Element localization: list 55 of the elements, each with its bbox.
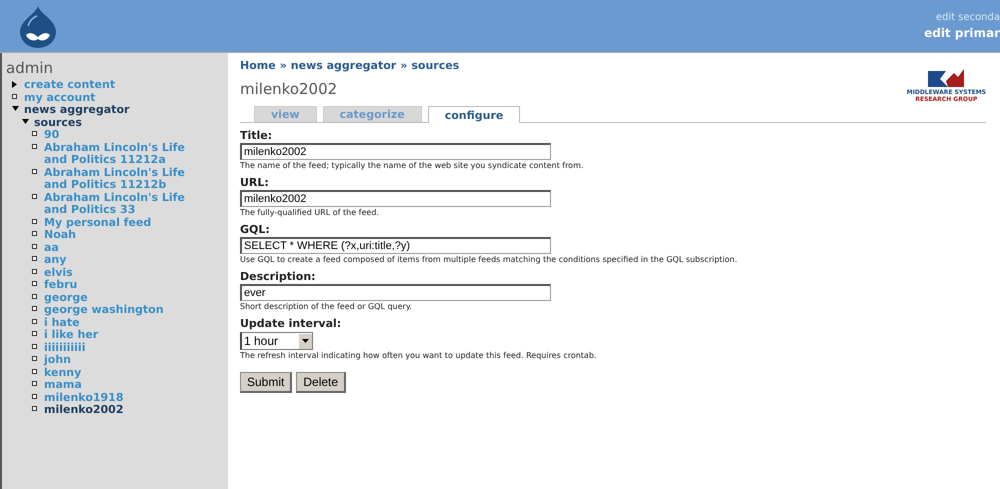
sidebar-link[interactable]: milenko1918: [44, 392, 124, 404]
input-field[interactable]: milenko2002: [240, 190, 551, 207]
field-label: Title:: [240, 129, 274, 142]
sidebar-link[interactable]: iiiiiiiiiii: [44, 342, 86, 354]
logo-icon: [926, 67, 966, 89]
tab[interactable]: configure: [428, 106, 520, 123]
form-button[interactable]: Delete: [296, 372, 346, 393]
sidebar-link[interactable]: my account: [24, 92, 96, 104]
breadcrumb-link[interactable]: sources: [411, 59, 460, 72]
tab[interactable]: view: [254, 106, 317, 122]
sidebar-link[interactable]: aa: [44, 242, 59, 254]
help-text: The name of the feed; typically the name of the web site you syndicate content from.: [240, 161, 584, 170]
field-label: Update interval:: [240, 317, 342, 330]
breadcrumb-separator: »: [280, 59, 287, 72]
input-field[interactable]: ever: [240, 284, 551, 301]
help-text: The refresh interval indicating how often you want to update this feed. Requires crontab.: [240, 351, 598, 360]
sidebar-link[interactable]: any: [44, 254, 66, 266]
help-text: The fully-qualified URL of the feed.: [240, 208, 380, 217]
secondary-link[interactable]: edit seconda: [936, 12, 1000, 23]
sidebar-link[interactable]: elvis: [44, 266, 73, 279]
sidebar-link[interactable]: kenny: [44, 366, 82, 379]
breadcrumb-separator: »: [400, 59, 408, 72]
field-label: Description:: [240, 270, 317, 283]
field-label: GQL:: [240, 223, 271, 236]
breadcrumb-link[interactable]: Home: [240, 59, 276, 72]
sidebar-link[interactable]: febru: [44, 279, 78, 292]
sidebar-link[interactable]: sources: [34, 116, 82, 129]
sidebar-link[interactable]: george washington: [44, 304, 164, 316]
sidebar-link[interactable]: i hate: [44, 316, 80, 329]
tab[interactable]: categorize: [322, 106, 422, 122]
input-field[interactable]: milenko2002: [240, 143, 551, 160]
field-label: URL:: [240, 176, 270, 189]
sidebar-link[interactable]: mama: [44, 379, 82, 392]
sidebar-link[interactable]: john: [44, 354, 71, 366]
form-button[interactable]: Submit: [240, 372, 292, 393]
primary-link[interactable]: edit primar: [924, 26, 1000, 40]
sidebar-link[interactable]: create content: [24, 79, 116, 92]
sidebar-title: admin: [6, 59, 54, 77]
sidebar-link[interactable]: i like her: [44, 329, 98, 342]
breadcrumb-link[interactable]: news aggregator: [290, 59, 396, 72]
sidebar-link[interactable]: Abraham Lincoln's Life and Politics 11212a: [44, 142, 204, 166]
interval-dropdown[interactable]: 1 hour: [240, 332, 313, 350]
page-title: milenko2002: [240, 80, 338, 98]
sidebar-link[interactable]: My personal feed: [44, 216, 152, 229]
sidebar-link[interactable]: Abraham Lincoln's Life and Politics 11212b: [44, 166, 204, 192]
sidebar-link[interactable]: milenko2002: [44, 404, 124, 416]
sidebar-link[interactable]: Abraham Lincoln's Life and Politics 33: [44, 192, 204, 216]
input-field[interactable]: SELECT * WHERE (?x,uri:title,?y): [240, 237, 551, 254]
sidebar-link[interactable]: news aggregator: [24, 104, 130, 116]
sidebar-link[interactable]: george: [44, 292, 88, 304]
sidebar-link[interactable]: 90: [44, 129, 60, 142]
drop-logo-icon[interactable]: [18, 4, 58, 48]
help-text: Use GQL to create a feed composed of items from multiple feeds matching the conditions specified in the GQL subscription.: [240, 255, 738, 264]
help-text: Short description of the feed or GQL query.: [240, 302, 413, 311]
sidebar-link[interactable]: Noah: [44, 229, 76, 242]
